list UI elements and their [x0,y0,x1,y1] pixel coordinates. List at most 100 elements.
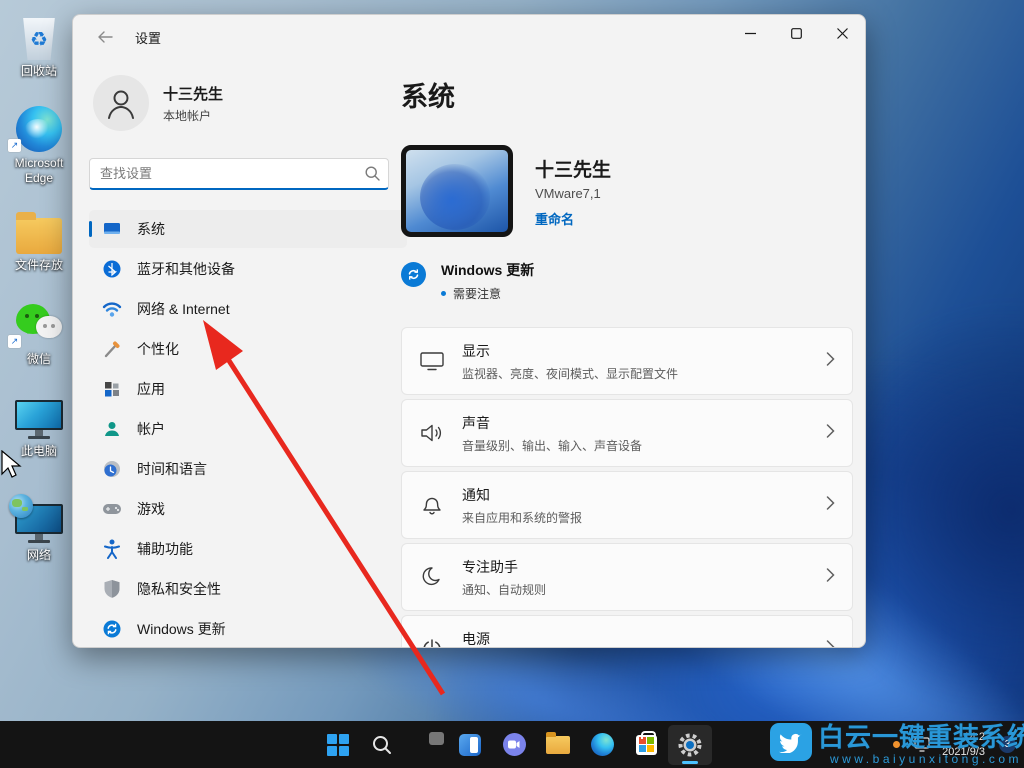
row-display[interactable]: 显示 监视器、亮度、夜间模式、显示配置文件 [401,327,853,395]
sidebar-item-personalization[interactable]: 个性化 [89,330,407,368]
bell-icon [419,493,445,517]
desktop-icon-this-pc[interactable]: 此电脑 [0,390,78,459]
desktop-icon-edge[interactable]: ↗ Microsoft Edge [0,102,78,186]
bluetooth-icon [102,259,122,279]
windows-update-summary[interactable]: Windows 更新 需要注意 [401,260,853,302]
tray-time: 14:2 [942,730,985,745]
desktop-icon-network[interactable]: 网络 [0,494,78,563]
sidebar-item-bluetooth[interactable]: 蓝牙和其他设备 [89,250,407,288]
widgets-button[interactable] [448,725,492,765]
sidebar-item-privacy[interactable]: 隐私和安全性 [89,570,407,608]
sidebar-item-accounts[interactable]: 帐户 [89,410,407,448]
gamepad-icon [102,499,122,519]
desktop-icon-label: 文件存放 [0,258,78,273]
search-icon [372,735,392,755]
row-power[interactable]: 电源 睡眠、电池使用情况、节电模式 [401,615,853,648]
user-icon [104,86,138,120]
sidebar-item-system[interactable]: 系统 [89,210,407,248]
accessibility-icon [102,539,122,559]
task-view-icon [423,736,429,754]
row-focus-assist[interactable]: 专注助手 通知、自动规则 [401,543,853,611]
settings-main: 系统 十三先生 VMware7,1 重命名 Windows 更新 需要注意 [401,15,853,647]
page-title: 系统 [401,75,853,114]
edge-button[interactable] [580,725,624,765]
start-button[interactable] [316,725,360,765]
windows-logo-icon [327,734,349,756]
file-explorer-button[interactable] [536,725,580,765]
sidebar-item-network[interactable]: 网络 & Internet [89,290,407,328]
recycle-bin-icon: ♻ [21,18,57,60]
chat-button[interactable] [492,725,536,765]
desktop-icon-label: Microsoft Edge [0,156,78,186]
tray-display-icon[interactable] [914,737,932,752]
settings-window: 设置 十三先生 本地帐户 [72,14,866,648]
file-explorer-icon [546,736,570,754]
sidebar-item-gaming[interactable]: 游戏 [89,490,407,528]
tray-date: 2021/9/3 [942,745,985,760]
chevron-right-icon [826,640,835,649]
device-name: 十三先生 [535,155,611,182]
store-button[interactable] [624,725,668,765]
settings-taskbar-button[interactable] [668,725,712,765]
search-input[interactable] [89,158,389,190]
chevron-right-icon [826,424,835,443]
wifi-icon [102,299,122,319]
row-sound[interactable]: 声音 音量级别、输出、输入、声音设备 [401,399,853,467]
update-label: Windows 更新 [441,260,534,280]
desktop-icon-label: 网络 [0,548,78,563]
desktop-icon-file-folder[interactable]: 文件存放 [0,204,78,273]
widgets-icon [459,734,481,756]
taskbar-clock[interactable]: 14:2 2021/9/3 [942,730,985,760]
notification-count-badge[interactable]: 3 [999,736,1016,753]
edge-icon [16,106,62,152]
sidebar-item-windows-update[interactable]: Windows 更新 [89,610,407,648]
moon-icon [419,565,445,589]
desktop-icon-label: 微信 [0,352,78,367]
system-tray: 14:2 2021/9/3 3 [893,721,1016,768]
gear-icon [677,732,703,758]
desktop-icon-wechat[interactable]: ↗ 微信 [0,298,78,367]
chevron-right-icon [826,352,835,371]
chevron-right-icon [826,568,835,587]
avatar [93,75,149,131]
edge-icon [591,733,614,756]
status-dot [441,291,446,296]
sidebar-item-accessibility[interactable]: 辅助功能 [89,530,407,568]
wechat-icon [14,302,64,348]
apps-icon [102,379,122,399]
settings-sidebar: 十三先生 本地帐户 系统 蓝牙和其他设备 [89,59,407,647]
account-icon [102,419,122,439]
tray-status-dot-icon [893,741,900,748]
window-title: 设置 [135,28,161,47]
sound-icon [419,422,445,444]
user-name: 十三先生 [163,83,223,104]
rename-link[interactable]: 重命名 [535,209,611,228]
device-model: VMware7,1 [535,186,611,201]
chat-icon [503,733,526,756]
folder-icon [16,218,62,254]
taskbar: 14:2 2021/9/3 3 [0,721,1024,768]
shield-icon [102,579,122,599]
back-arrow-icon [97,30,113,44]
row-notifications[interactable]: 通知 来自应用和系统的警报 [401,471,853,539]
chevron-right-icon [826,496,835,515]
sidebar-item-time-language[interactable]: 时间和语言 [89,450,407,488]
desktop-icon-label: 回收站 [0,64,78,79]
power-icon [419,637,445,648]
clock-icon [102,459,122,479]
globe-icon [9,494,33,518]
desktop-icon-recycle-bin[interactable]: ♻ 回收站 [0,10,78,79]
store-icon [636,735,657,755]
device-wallpaper-thumbnail [401,145,513,237]
back-button[interactable] [85,22,125,52]
taskbar-search-button[interactable] [360,725,404,765]
this-pc-icon [15,400,63,440]
system-icon [102,219,122,239]
device-summary: 十三先生 VMware7,1 重命名 [401,145,853,237]
task-view-button[interactable] [404,725,448,765]
shortcut-arrow-icon: ↗ [8,139,21,152]
sidebar-item-apps[interactable]: 应用 [89,370,407,408]
user-profile[interactable]: 十三先生 本地帐户 [93,75,407,131]
mouse-cursor [0,450,22,480]
update-icon [401,262,426,287]
